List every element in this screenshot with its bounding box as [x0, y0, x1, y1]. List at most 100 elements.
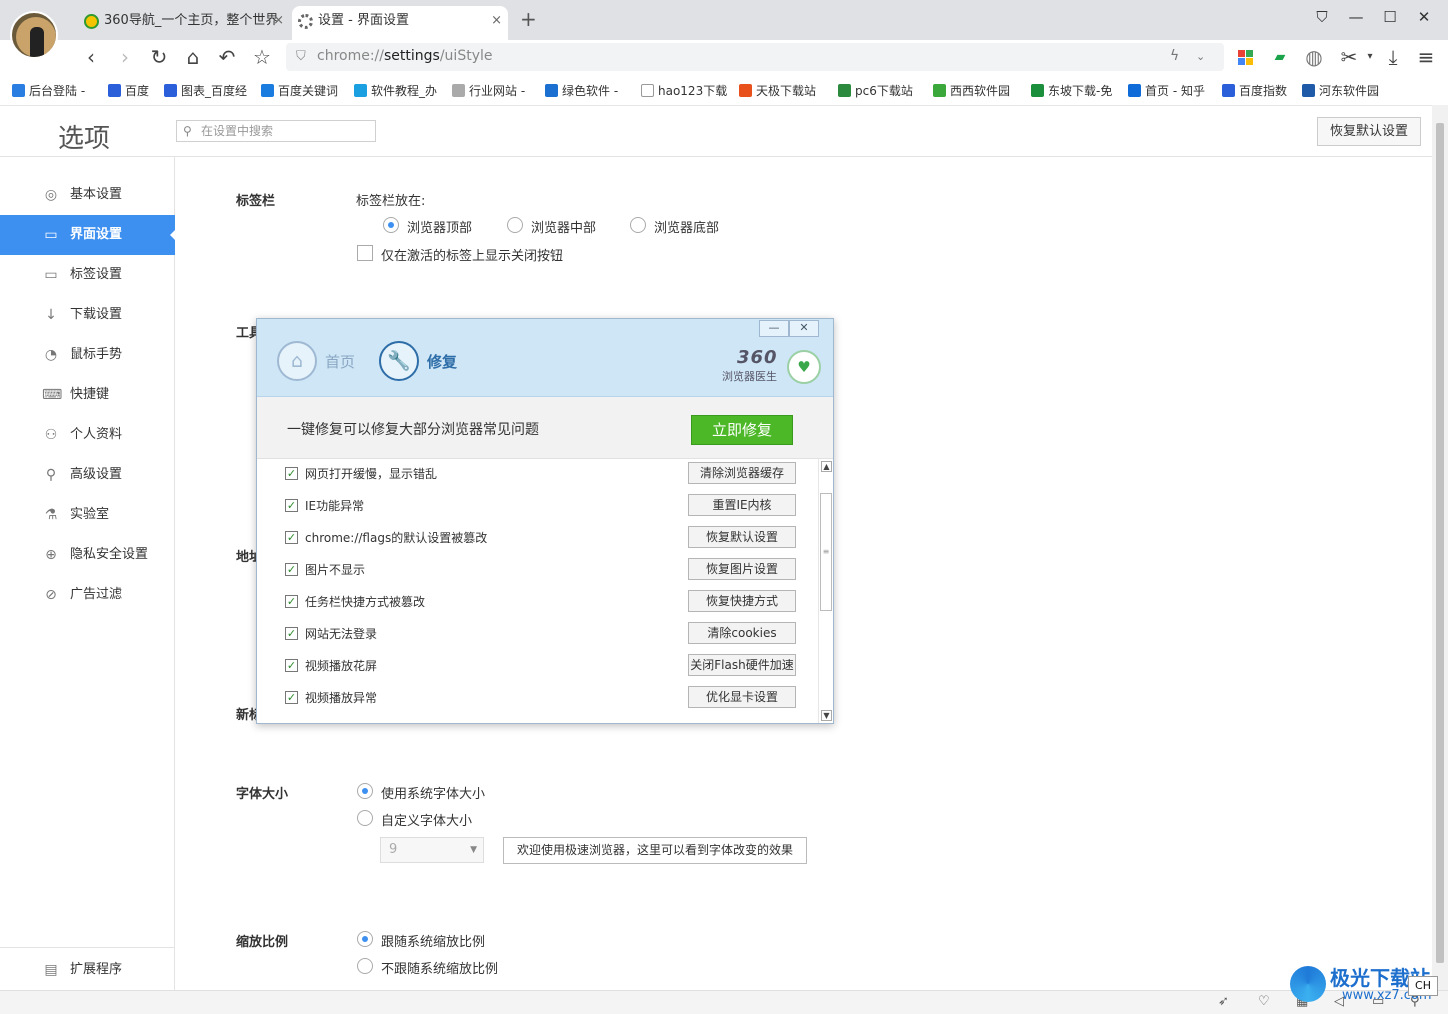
forward-icon[interactable]: › [113, 45, 137, 69]
back-icon[interactable]: ‹ [79, 45, 103, 69]
ime-indicator[interactable]: CH [1408, 976, 1438, 996]
address-bar[interactable]: ⛉ chrome://settings/uiStyle ϟ ⌄ [286, 43, 1224, 71]
item-action-button[interactable]: 恢复默认设置 [688, 526, 796, 548]
item-checkbox[interactable]: ✓ [285, 563, 298, 576]
scrollbar-thumb[interactable] [1436, 123, 1444, 963]
fix-now-button[interactable]: 立即修复 [691, 415, 793, 445]
item-action-button[interactable]: 清除cookies [688, 622, 796, 644]
new-tab-button[interactable]: + [520, 7, 537, 31]
sidebar-item-label: 下载设置 [70, 307, 123, 322]
bookmark-item[interactable]: pc6下载站 [838, 82, 913, 99]
bookmark-star-icon[interactable]: ☆ [250, 45, 274, 69]
close-tab-icon[interactable]: × [273, 6, 284, 36]
sidebar-item-label: 广告过滤 [70, 587, 123, 602]
bookmark-favicon-icon [261, 84, 274, 97]
speed-mode-icon[interactable]: ϟ [1170, 48, 1179, 64]
page-scrollbar[interactable] [1432, 105, 1448, 990]
undo-close-icon[interactable]: ↶ [215, 45, 239, 69]
dialog-minimize-button[interactable]: — [759, 320, 789, 337]
chevron-down-icon[interactable]: ▾ [1358, 45, 1382, 69]
bookmark-item[interactable]: 后台登陆 - [12, 82, 85, 99]
scroll-down-icon[interactable]: ▼ [821, 710, 832, 721]
home-icon[interactable]: ⌂ [181, 45, 205, 69]
sidebar-item-lab[interactable]: ⚗ 实验室 [0, 495, 175, 535]
heart-icon[interactable]: ♡ [1258, 994, 1270, 1009]
bookmark-item[interactable]: 百度 [108, 82, 149, 99]
menu-icon[interactable]: ≡ [1414, 45, 1438, 69]
item-checkbox[interactable]: ✓ [285, 691, 298, 704]
section-title-zoom: 缩放比例 [236, 935, 289, 950]
radio-follow-system-zoom[interactable]: 跟随系统缩放比例 [357, 931, 485, 950]
radio-tabbar-middle[interactable]: 浏览器中部 [507, 217, 596, 236]
chevron-down-icon[interactable]: ⌄ [1196, 50, 1205, 63]
tab-settings[interactable]: 设置 - 界面设置 × [292, 6, 508, 40]
pin-icon[interactable]: ⛉ [1312, 8, 1332, 26]
bookmark-item[interactable]: 图表_百度经 [164, 82, 247, 99]
item-checkbox[interactable]: ✓ [285, 531, 298, 544]
tab-title: 360导航_一个主页，整个世界 [104, 13, 279, 28]
bookmark-item[interactable]: 东坡下载-免 [1031, 82, 1112, 99]
sidebar-item-profile[interactable]: ⚇ 个人资料 [0, 415, 175, 455]
dialog-scrollbar[interactable]: ▲ ≡ ▼ [818, 459, 833, 723]
dialog-tab-home[interactable]: ⌂ 首页 [277, 341, 355, 383]
bookmark-item[interactable]: hao123下载 [641, 82, 727, 99]
sidebar-item-tabs[interactable]: ▭ 标签设置 [0, 255, 175, 295]
scrollbar-thumb[interactable]: ≡ [820, 493, 832, 611]
radio-tabbar-top[interactable]: 浏览器顶部 [383, 217, 472, 236]
bookmark-item[interactable]: 绿色软件 - [545, 82, 618, 99]
bookmark-item[interactable]: 河东软件园 [1302, 82, 1379, 99]
item-checkbox[interactable]: ✓ [285, 659, 298, 672]
item-action-button[interactable]: 恢复快捷方式 [688, 590, 796, 612]
checkbox-close-on-active[interactable]: 仅在激活的标签上显示关闭按钮 [357, 245, 563, 264]
interface-icon: ▭ [44, 227, 58, 243]
settings-search-input[interactable]: ⚲ 在设置中搜索 [176, 120, 376, 142]
close-tab-icon[interactable]: × [491, 6, 502, 36]
minimize-button[interactable]: — [1346, 8, 1366, 26]
maximize-button[interactable]: ☐ [1380, 8, 1400, 26]
bookmark-item[interactable]: 西西软件园 [933, 82, 1010, 99]
sidebar-item-privacy[interactable]: ⊕ 隐私安全设置 [0, 535, 175, 575]
sidebar-item-basic[interactable]: ◎ 基本设置 [0, 175, 175, 215]
radio-system-font[interactable]: 使用系统字体大小 [357, 783, 485, 802]
item-checkbox[interactable]: ✓ [285, 467, 298, 480]
sidebar-item-extensions[interactable]: ▤ 扩展程序 [0, 950, 175, 990]
extension-icon[interactable]: ◍ [1302, 45, 1326, 69]
chat-icon[interactable]: ▰ [1268, 45, 1292, 69]
tab-360-navigation[interactable]: 360导航_一个主页，整个世界 × [78, 6, 290, 40]
item-action-button[interactable]: 关闭Flash硬件加速 [688, 654, 796, 676]
reload-icon[interactable]: ↻ [147, 45, 171, 69]
bookmark-item[interactable]: 百度关键词 [261, 82, 338, 99]
radio-custom-font[interactable]: 自定义字体大小 [357, 810, 472, 829]
item-action-button[interactable]: 恢复图片设置 [688, 558, 796, 580]
bookmark-item[interactable]: 百度指数 [1222, 82, 1287, 99]
radio-tabbar-bottom[interactable]: 浏览器底部 [630, 217, 719, 236]
rocket-icon[interactable]: ➶ [1218, 994, 1229, 1009]
item-action-button[interactable]: 重置IE内核 [688, 494, 796, 516]
bookmark-item[interactable]: 行业网站 - [452, 82, 525, 99]
item-checkbox[interactable]: ✓ [285, 627, 298, 640]
restore-defaults-button[interactable]: 恢复默认设置 [1317, 117, 1421, 146]
font-size-select[interactable]: 9 ▼ [380, 837, 484, 863]
sidebar-item-mouse-gesture[interactable]: ◔ 鼠标手势 [0, 335, 175, 375]
bookmark-favicon-icon [452, 84, 465, 97]
bookmark-item[interactable]: 天极下载站 [739, 82, 816, 99]
user-avatar[interactable] [10, 11, 58, 59]
sidebar-item-shortcuts[interactable]: ⌨ 快捷键 [0, 375, 175, 415]
item-checkbox[interactable]: ✓ [285, 499, 298, 512]
radio-no-follow-system-zoom[interactable]: 不跟随系统缩放比例 [357, 958, 498, 977]
dialog-close-button[interactable]: ✕ [789, 320, 819, 337]
scroll-up-icon[interactable]: ▲ [821, 461, 832, 472]
bookmark-item[interactable]: 软件教程_办 [354, 82, 437, 99]
dialog-tab-repair[interactable]: 🔧 修复 [379, 341, 457, 383]
sidebar-item-interface[interactable]: ▭ 界面设置 [0, 215, 176, 255]
sidebar-item-download[interactable]: ↓ 下载设置 [0, 295, 175, 335]
sidebar-item-advanced[interactable]: ⚲ 高级设置 [0, 455, 175, 495]
item-checkbox[interactable]: ✓ [285, 595, 298, 608]
download-icon[interactable]: ⤓ [1381, 45, 1405, 69]
item-action-button[interactable]: 优化显卡设置 [688, 686, 796, 708]
apps-grid-icon[interactable] [1233, 45, 1257, 69]
sidebar-item-ad-filter[interactable]: ⊘ 广告过滤 [0, 575, 175, 615]
bookmark-item[interactable]: 首页 - 知乎 [1128, 82, 1205, 99]
close-window-button[interactable]: ✕ [1414, 8, 1434, 26]
item-action-button[interactable]: 清除浏览器缓存 [688, 462, 796, 484]
